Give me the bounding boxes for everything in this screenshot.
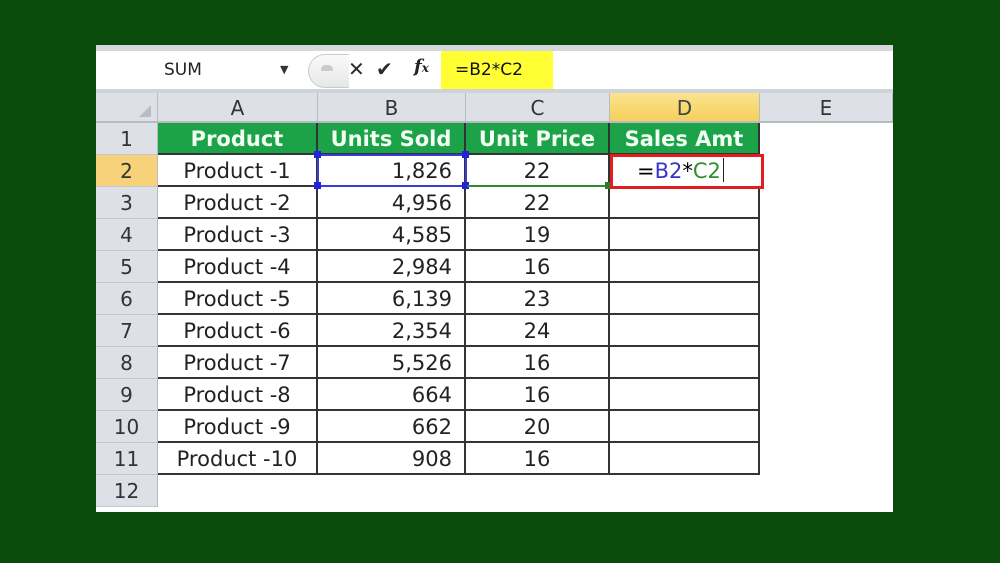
cell-units-sold[interactable]: 664	[318, 379, 466, 411]
column-header-a[interactable]: A	[158, 93, 318, 123]
row-header-2[interactable]: 2	[96, 155, 158, 187]
cell-sales-amt[interactable]	[610, 347, 760, 379]
cell-sales-amt[interactable]	[610, 283, 760, 315]
cell-product[interactable]: Product -10	[158, 443, 318, 475]
cell-product[interactable]: Product -4	[158, 251, 318, 283]
cell-product[interactable]: Product -3	[158, 219, 318, 251]
insert-function-icon[interactable]: fx	[414, 56, 429, 77]
cell-formula: =B2*C2	[637, 157, 724, 185]
handle-dot-icon	[321, 65, 333, 71]
cell-unit-price[interactable]: 20	[466, 411, 610, 443]
cell-product[interactable]: Product -2	[158, 187, 318, 219]
cell-product[interactable]: Product -9	[158, 411, 318, 443]
cell-unit-price[interactable]: 22	[466, 187, 610, 219]
active-cell-d2-editor[interactable]: =B2*C2	[610, 154, 764, 189]
cell-sales-amt[interactable]	[610, 251, 760, 283]
enter-checkmark-icon[interactable]: ✔	[376, 57, 393, 81]
row-header-5[interactable]: 5	[96, 251, 158, 283]
cell-unit-price[interactable]: 16	[466, 379, 610, 411]
cell-units-sold[interactable]: 2,354	[318, 315, 466, 347]
cell-unit-price[interactable]: 22	[466, 155, 610, 187]
cell-units-sold[interactable]: 6,139	[318, 283, 466, 315]
header-cell-units-sold[interactable]: Units Sold	[318, 123, 466, 155]
row-header-9[interactable]: 9	[96, 379, 158, 411]
select-all-button[interactable]	[96, 93, 158, 123]
formula-input[interactable]: =B2*C2	[441, 51, 553, 89]
header-cell-unit-price[interactable]: Unit Price	[466, 123, 610, 155]
formula-operator: *	[682, 159, 693, 183]
cell-unit-price[interactable]: 16	[466, 251, 610, 283]
cell-sales-amt[interactable]	[610, 219, 760, 251]
range-handle[interactable]	[314, 151, 321, 158]
fx-f: f	[414, 56, 422, 77]
cell-unit-price[interactable]: 19	[466, 219, 610, 251]
fx-x: x	[421, 61, 429, 75]
header-cell-sales-amt[interactable]: Sales Amt	[610, 123, 760, 155]
select-all-triangle-icon	[139, 105, 151, 117]
cell-units-sold[interactable]: 4,585	[318, 219, 466, 251]
cell-product[interactable]: Product -7	[158, 347, 318, 379]
cell-product[interactable]: Product -1	[158, 155, 318, 187]
row-header-8[interactable]: 8	[96, 347, 158, 379]
formula-equals: =	[637, 159, 655, 183]
row-header-12[interactable]: 12	[96, 475, 158, 507]
cell-units-sold[interactable]: 662	[318, 411, 466, 443]
row-header-10[interactable]: 10	[96, 411, 158, 443]
row-header-7[interactable]: 7	[96, 315, 158, 347]
cell-units-sold[interactable]: 5,526	[318, 347, 466, 379]
cell-units-sold[interactable]: 4,956	[318, 187, 466, 219]
cell-product[interactable]: Product -8	[158, 379, 318, 411]
cell-sales-amt[interactable]	[610, 443, 760, 475]
cell-unit-price[interactable]: 23	[466, 283, 610, 315]
name-box[interactable]: SUM ▼	[96, 51, 306, 89]
formula-bar-resize-handle[interactable]	[308, 54, 349, 88]
row-header-1[interactable]: 1	[96, 123, 158, 155]
cancel-icon[interactable]: ✕	[348, 57, 365, 81]
cell-sales-amt[interactable]	[610, 187, 760, 219]
cell-sales-amt[interactable]	[610, 411, 760, 443]
range-handle[interactable]	[462, 182, 469, 189]
text-caret	[722, 158, 724, 182]
formula-bar: SUM ▼ ✕ ✔ fx =B2*C2	[96, 45, 893, 93]
name-box-dropdown-icon[interactable]: ▼	[280, 63, 288, 76]
cell-units-sold[interactable]: 2,984	[318, 251, 466, 283]
row-header-11[interactable]: 11	[96, 443, 158, 475]
range-handle[interactable]	[462, 151, 469, 158]
row-header-4[interactable]: 4	[96, 219, 158, 251]
formula-ref-b2: B2	[654, 159, 683, 183]
formula-text: =B2*C2	[455, 60, 523, 80]
header-cell-product[interactable]: Product	[158, 123, 318, 155]
spreadsheet-window: SUM ▼ ✕ ✔ fx =B2*C2 A B C D E 1234567891…	[96, 45, 893, 512]
formula-ref-c2: C2	[692, 159, 721, 183]
cell-product[interactable]: Product -5	[158, 283, 318, 315]
column-header-b[interactable]: B	[318, 93, 466, 123]
cell-product[interactable]: Product -6	[158, 315, 318, 347]
cell-units-sold[interactable]: 1,826	[318, 155, 466, 187]
cell-sales-amt[interactable]	[610, 379, 760, 411]
column-header-d[interactable]: D	[610, 93, 760, 123]
range-handle[interactable]	[314, 182, 321, 189]
name-box-value: SUM	[164, 60, 202, 80]
column-header-e[interactable]: E	[760, 93, 893, 123]
cell-sales-amt[interactable]	[610, 315, 760, 347]
cell-unit-price[interactable]: 16	[466, 443, 610, 475]
column-header-c[interactable]: C	[466, 93, 610, 123]
row-header-6[interactable]: 6	[96, 283, 158, 315]
cell-units-sold[interactable]: 908	[318, 443, 466, 475]
row-header-3[interactable]: 3	[96, 187, 158, 219]
cell-unit-price[interactable]: 16	[466, 347, 610, 379]
cell-unit-price[interactable]: 24	[466, 315, 610, 347]
